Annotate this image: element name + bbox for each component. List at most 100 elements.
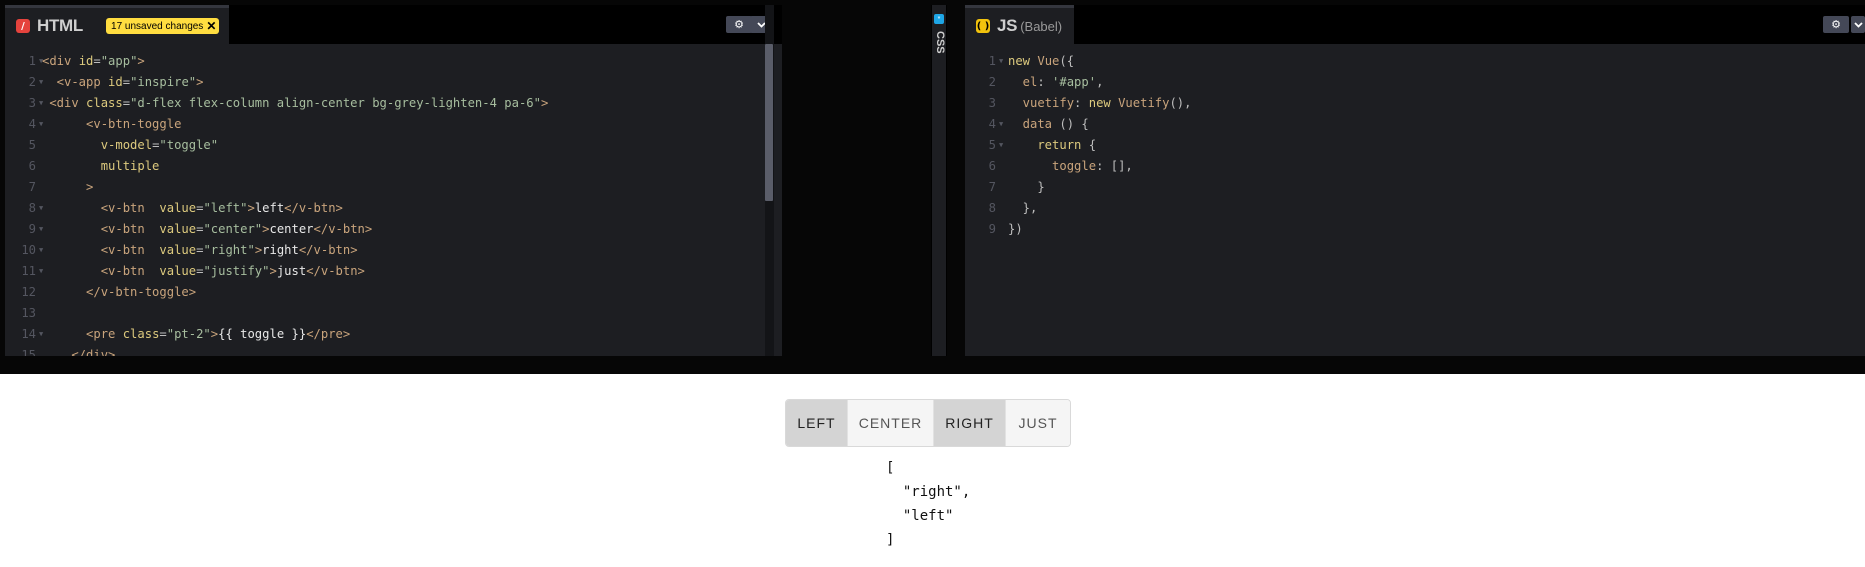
code-line[interactable]: 1 ▼ new Vue({ [965,51,1865,72]
html-settings-button[interactable]: ⚙ [726,16,752,33]
line-number: 3 [988,96,996,110]
code-line[interactable]: 14 ▼ <pre class="pt-2">{{ toggle }}</pre> [5,324,782,345]
code-token: just [276,264,307,278]
js-code-editor[interactable]: 1 ▼ new Vue({2 el: '#app', 3 vuetify: new V… [965,51,1865,356]
code-text: return { [1008,135,1096,156]
line-number: 13 [21,306,36,320]
code-line[interactable]: 13 [5,303,782,324]
code-token: Vue [1037,54,1060,68]
code-token: multiple [42,159,160,173]
js-panel-header: ( ) JS (Babel) ⚙ [965,5,1865,44]
js-editor-panel: ( ) JS (Babel) ⚙ 1 ▼ new Vue({2 el: '#app'… [965,5,1865,356]
code-token: > [42,180,94,194]
code-line[interactable]: 12 </v-btn-toggle> [5,282,782,303]
code-line[interactable]: 9}) [965,219,1865,240]
code-token: "right" [203,243,255,257]
code-line[interactable]: 5 v-model="toggle" [5,135,782,156]
code-token: ({ [1059,54,1075,68]
code-line[interactable]: 10 ▼ <v-btn value="right">right</v-btn> [5,240,782,261]
unsaved-changes-badge[interactable]: 17 unsaved changes ✕ [106,18,220,34]
code-line[interactable]: 8 ▼ <v-btn value="left">left</v-btn> [5,198,782,219]
code-token: > [196,75,204,89]
line-number: 5 [28,138,36,152]
code-token: > [540,96,549,110]
line-number: 6 [988,159,996,173]
toggle-value-output: [ "right", "left"] [886,456,970,552]
fold-arrow-icon[interactable]: ▼ [999,135,1003,156]
code-line[interactable]: 6 toggle: [], [965,156,1865,177]
output-line: [ [886,460,895,476]
line-number: 8 [28,201,36,215]
code-line[interactable]: 2 el: '#app', [965,72,1865,93]
toggle-button-right[interactable]: RIGHT [934,400,1006,446]
code-token: <v-btn [42,222,160,236]
code-text: }, [1008,198,1038,219]
code-text: <v-btn value="right">right</v-btn> [42,240,358,261]
js-collapse-button[interactable] [1851,16,1865,33]
code-token: {{ toggle }} [218,327,307,341]
code-token: <v-btn [42,243,160,257]
code-token: <div [42,54,79,68]
code-token: "d-flex flex-column align-center bg-grey… [130,96,541,110]
code-line[interactable]: 15 </div> [5,345,782,356]
result-preview: LEFT CENTER RIGHT JUST [ "right", "left"] [0,374,1865,567]
code-line[interactable]: 7 } [965,177,1865,198]
code-token: </v-btn> [306,264,365,278]
code-token: </v-btn> [313,222,373,236]
css-logo-icon: * [934,14,944,24]
line-number: 8 [988,201,996,215]
code-token: Vuetify [1118,96,1170,110]
code-line[interactable]: 3 ▼ <div class="d-flex flex-column align-… [5,93,782,114]
code-token: id [108,75,123,89]
fold-arrow-icon[interactable]: ▼ [999,114,1003,135]
code-line[interactable]: 4 ▼ <v-btn-toggle [5,114,782,135]
code-token: new [1008,54,1038,68]
code-line[interactable]: 11 ▼ <v-btn value="justify">just</v-btn> [5,261,782,282]
code-line[interactable]: 5 ▼ return { [965,135,1865,156]
code-line[interactable]: 7 > [5,177,782,198]
unsaved-changes-label: 17 unsaved changes [111,20,204,32]
code-token: return [1008,138,1089,152]
code-token: <v-btn [42,201,160,215]
code-line[interactable]: 3 vuetify: new Vuetify(), [965,93,1865,114]
code-text: <div class="d-flex flex-column align-cen… [42,93,548,114]
code-token: }, [1008,201,1038,215]
code-token: value [159,243,197,257]
code-line[interactable]: 2 ▼ <v-app id="inspire"> [5,72,782,93]
code-token: id [78,54,94,68]
code-token: > [269,264,277,278]
code-line[interactable]: 9 ▼ <v-btn value="center">center</v-btn> [5,219,782,240]
js-tab-subtitle: (Babel) [1020,18,1063,34]
code-token: "app" [100,54,138,68]
code-token: = [159,327,167,341]
toggle-button-left[interactable]: LEFT [786,400,848,446]
line-number: 4 [988,117,996,131]
line-number: 3 [28,96,36,110]
js-settings-button[interactable]: ⚙ [1823,16,1849,33]
code-line[interactable]: 6 multiple [5,156,782,177]
code-token: <pre [42,327,123,341]
code-token: el [1008,75,1038,89]
html-code-editor[interactable]: 1 ▼ <div id="app"> 2 ▼ <v-app id="inspire"> 3… [5,51,782,356]
output-line: ] [886,532,895,548]
fold-arrow-icon[interactable]: ▼ [999,51,1003,72]
js-tab[interactable]: ( ) JS (Babel) [965,5,1075,44]
line-number: 14 [21,327,36,341]
code-line[interactable]: 1 ▼ <div id="app"> [5,51,782,72]
code-token: > [137,54,145,68]
js-tab-title: JS [997,16,1018,35]
code-line[interactable]: 4 ▼ data () { [965,114,1865,135]
toggle-button-center[interactable]: CENTER [848,400,934,446]
code-text: } [1008,177,1044,198]
code-text: </div> [42,345,115,356]
js-logo-icon: ( ) [976,19,990,33]
line-number: 2 [988,75,996,89]
css-panel-collapsed[interactable]: * CSS [931,5,947,356]
code-token: : [], [1096,159,1133,173]
toggle-button-just[interactable]: JUST [1006,400,1070,446]
code-line[interactable]: 8 }, [965,198,1865,219]
close-icon[interactable]: ✕ [206,20,216,32]
html-scrollbar-thumb[interactable] [765,44,773,201]
html-tab[interactable]: / HTML 17 unsaved changes ✕ [5,5,230,44]
button-toggle-group: LEFT CENTER RIGHT JUST [785,399,1071,447]
